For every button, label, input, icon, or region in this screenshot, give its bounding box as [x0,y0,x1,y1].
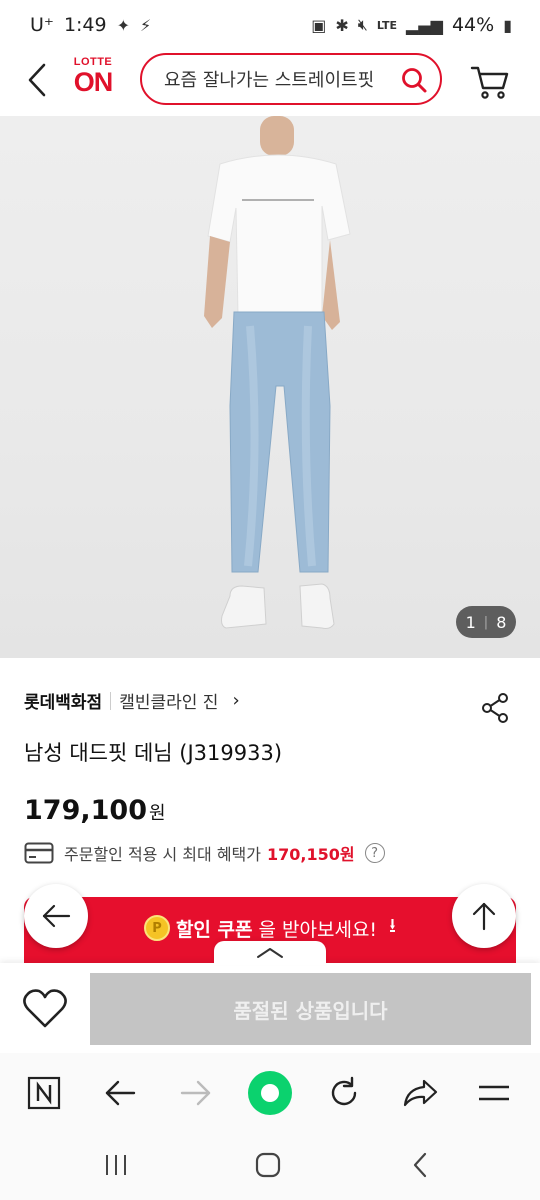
battery-percent: 44% [451,14,495,36]
brand-link[interactable]: 캘빈클라인 진 [119,688,218,713]
heart-icon[interactable] [22,987,68,1029]
green-dot-icon [248,1071,292,1115]
sold-out-button: 품절된 상품입니다 [90,973,531,1045]
home-icon [255,1152,281,1178]
image-counter-total: 8 [496,612,507,632]
coupon-banner-content: P 할인 쿠폰 을 받아보세요! ⭳ [143,911,397,945]
chevron-right-icon[interactable]: › [232,690,239,711]
image-counter-separator: | [483,614,489,630]
recent-apps-icon [106,1155,126,1175]
product-photo [204,116,351,629]
back-button[interactable] [20,60,54,100]
signal-icon: ▂▄▆ [406,15,443,35]
refresh-button[interactable] [322,1071,366,1115]
lotte-on-logo[interactable]: LOTTE ON [66,56,120,106]
download-arrow-icon: ⭳ [389,913,397,937]
alarm-icon: ▣ [311,15,327,35]
green-dot-button[interactable] [246,1069,294,1117]
brand-divider [110,691,112,710]
floating-back-button[interactable] [24,884,88,948]
browser-forward-button[interactable] [174,1071,218,1115]
search-icon[interactable] [400,66,428,94]
system-nav-bar [0,1133,540,1200]
share-page-button[interactable] [398,1071,442,1115]
charging-bolt-icon: ⚡ [140,15,152,35]
max-benefit-row: 주문할인 적용 시 최대 혜택가 170,150원 ? [24,841,385,865]
store-name[interactable]: 롯데백화점 [24,688,102,713]
chevron-up-icon [257,948,283,958]
product-price: 179,100 [24,795,147,826]
scroll-to-top-button[interactable] [452,884,516,948]
browser-back-button[interactable] [98,1071,142,1115]
product-image-carousel[interactable]: 1 | 8 [0,116,540,658]
carrier-label: U⁺ [30,14,54,36]
card-icon [24,842,54,864]
app-notification-icon: ✦ [116,15,131,35]
expand-panel-tab[interactable] [214,941,326,965]
home-button[interactable] [248,1149,288,1181]
browser-toolbar [0,1053,540,1133]
naver-home-button[interactable] [22,1071,66,1115]
hamburger-menu-icon [479,1085,509,1101]
arrow-right-icon [180,1080,211,1106]
search-query-text: 요즘 잘나가는 스트레이트핏 [164,70,375,91]
benefit-price: 170,150원 [266,845,355,864]
naver-n-icon [27,1076,61,1110]
status-left: U⁺ 1:49 ✦ ⚡ [30,14,151,36]
arrow-left-icon [105,1080,136,1106]
chevron-left-icon [413,1152,427,1178]
image-counter: 1 | 8 [456,606,516,638]
clock: 1:49 [63,14,107,36]
network-type-label: LTE [376,18,398,32]
price-unit: 원 [148,803,166,824]
recent-apps-button[interactable] [96,1149,136,1181]
cart-icon[interactable] [470,64,510,100]
product-title: 남성 대드핏 데님 (J319933) [24,741,283,765]
coupon-rest-text: 을 받아보세요! [258,918,378,941]
refresh-icon [331,1076,357,1106]
purchase-bar: 품절된 상품입니다 [0,941,540,1053]
benefit-label: 주문할인 적용 시 최대 혜택가 [64,845,261,864]
logo-main-text: ON [73,67,113,97]
price-row: 179,100 원 [24,795,166,826]
image-counter-current: 1 [465,612,476,632]
share-icon[interactable] [480,692,510,724]
bluetooth-icon: ✱ [335,15,349,35]
mute-icon: 🔇︎ [357,15,368,34]
brand-breadcrumb: 롯데백화점 캘빈클라인 진 › [24,688,240,713]
chevron-left-icon [28,63,46,97]
app-header: LOTTE ON 요즘 잘나가는 스트레이트핏 [0,50,540,116]
browser-menu-button[interactable] [472,1071,516,1115]
help-icon[interactable]: ? [364,843,385,863]
status-right: ▣ ✱ 🔇︎ LTE ▂▄▆ 44% ▮ [311,14,512,36]
coin-icon: P [143,915,170,941]
search-input[interactable]: 요즘 잘나가는 스트레이트핏 [140,53,442,105]
coupon-bold-text: 할인 쿠폰 [175,918,253,941]
arrow-left-icon [42,904,71,928]
forward-share-icon [403,1079,438,1107]
status-bar: U⁺ 1:49 ✦ ⚡ ▣ ✱ 🔇︎ LTE ▂▄▆ 44% ▮ [0,0,540,50]
system-back-button[interactable] [400,1149,440,1181]
battery-icon: ▮ [503,15,512,35]
arrow-up-icon [472,902,496,931]
